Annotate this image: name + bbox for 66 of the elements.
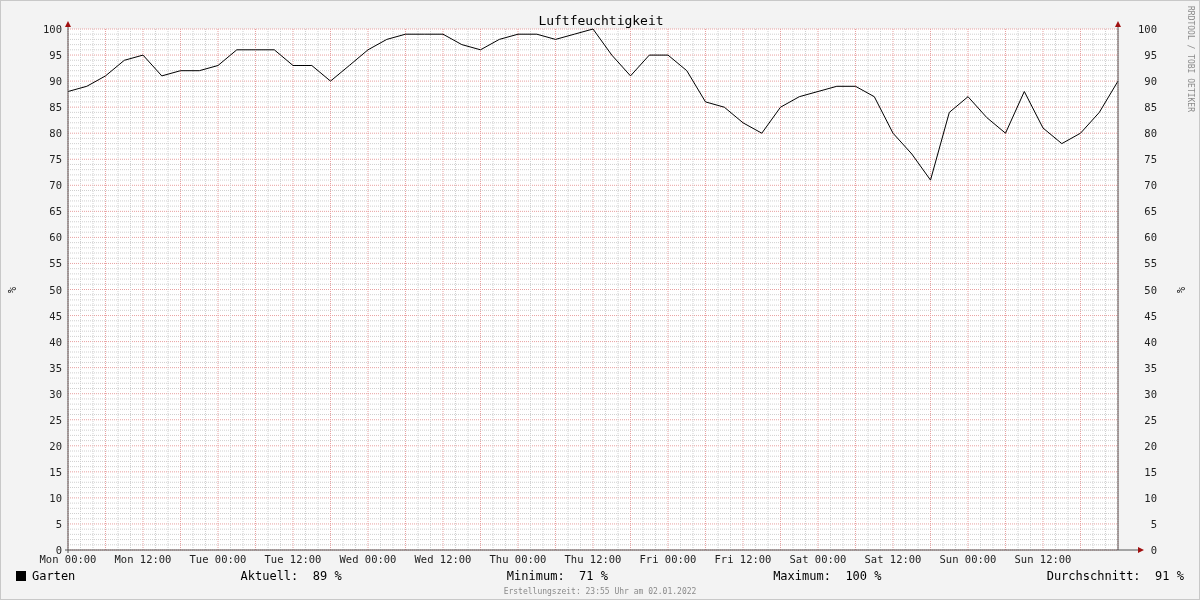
x-tick-label: Wed 00:00 <box>339 553 397 565</box>
legend-stat: Minimum: 71 % <box>506 569 608 583</box>
y-tick-label: 20 <box>1144 439 1157 452</box>
legend-stat: Durchschnitt: 91 % <box>1046 569 1184 583</box>
creation-time-text: Erstellungszeit: 23:55 Uhr am 02.01.2022 <box>502 586 698 598</box>
legend-series-name: Garten <box>32 569 76 583</box>
y-tick-label: 5 <box>55 517 62 530</box>
x-tick-label: Fri 00:00 <box>639 553 697 565</box>
y-tick-label: 100 <box>43 23 62 35</box>
y-tick-label: 5 <box>1150 517 1157 530</box>
y-tick-label: 25 <box>49 413 62 426</box>
y-tick-label: 40 <box>1144 335 1157 348</box>
y-tick-label: 95 <box>1144 49 1157 62</box>
x-tick-label: Fri 12:00 <box>714 553 772 565</box>
y-axis-label: % <box>6 287 17 293</box>
y-tick-label: 100 <box>1138 23 1157 35</box>
x-tick-label: Sat 00:00 <box>789 553 847 565</box>
y-tick-label: 85 <box>1144 101 1157 114</box>
y-tick-label: 50 <box>49 283 62 296</box>
y-tick-label: 25 <box>1144 413 1157 426</box>
x-tick-label: Sun 12:00 <box>1014 553 1072 565</box>
y-tick-label: 60 <box>1144 231 1157 244</box>
x-tick-label: Tue 00:00 <box>189 553 247 565</box>
y-tick-label: 15 <box>1144 465 1157 478</box>
watermark-text: RRDTOOL / TOBI OETIKER <box>1186 6 1195 112</box>
y-tick-label: 35 <box>1144 361 1157 374</box>
y-tick-label: 95 <box>49 49 62 62</box>
x-tick-label: Thu 00:00 <box>489 553 547 565</box>
y-tick-label: 70 <box>1144 179 1157 192</box>
y-tick-label: 90 <box>49 75 62 88</box>
legend-stat: Maximum: 100 % <box>773 569 882 583</box>
y-tick-label: 65 <box>49 205 62 218</box>
y-tick-label: 50 <box>1144 283 1157 296</box>
y-tick-label: 70 <box>49 179 62 192</box>
y-tick-label: 90 <box>1144 75 1157 88</box>
y-tick-label: 15 <box>49 465 62 478</box>
y-tick-label: 80 <box>1144 127 1157 140</box>
x-tick-label: Wed 12:00 <box>414 553 472 565</box>
y-tick-label: 75 <box>1144 153 1157 166</box>
y-tick-label: 80 <box>49 127 62 140</box>
x-tick-label: Thu 12:00 <box>564 553 622 565</box>
legend-stat: Aktuell: 89 % <box>240 569 342 583</box>
y-tick-label: 30 <box>1144 387 1157 400</box>
y-tick-label: 65 <box>1144 205 1157 218</box>
y-tick-label: 55 <box>1144 257 1157 270</box>
y-tick-label: 10 <box>49 491 62 504</box>
x-tick-label: Mon 00:00 <box>39 553 97 565</box>
y-axis-label: % <box>1175 287 1186 293</box>
y-tick-label: 45 <box>49 309 62 322</box>
x-tick-label: Sat 12:00 <box>864 553 922 565</box>
x-tick-label: Mon 12:00 <box>114 553 172 565</box>
y-tick-label: 30 <box>49 387 62 400</box>
y-tick-label: 0 <box>1150 544 1157 556</box>
chart-title: Luftfeuchtigkeit <box>538 13 664 28</box>
y-tick-label: 40 <box>49 335 62 348</box>
y-tick-label: 75 <box>49 153 62 166</box>
y-tick-label: 55 <box>49 257 62 270</box>
y-tick-label: 85 <box>49 101 62 114</box>
y-tick-label: 0 <box>55 544 62 556</box>
x-tick-label: Sun 00:00 <box>939 553 997 565</box>
y-tick-label: 10 <box>1144 491 1157 504</box>
y-tick-label: 60 <box>49 231 62 244</box>
y-tick-label: 45 <box>1144 309 1157 322</box>
y-tick-label: 35 <box>49 361 62 374</box>
y-tick-label: 20 <box>49 439 62 452</box>
x-tick-label: Tue 12:00 <box>264 553 322 565</box>
